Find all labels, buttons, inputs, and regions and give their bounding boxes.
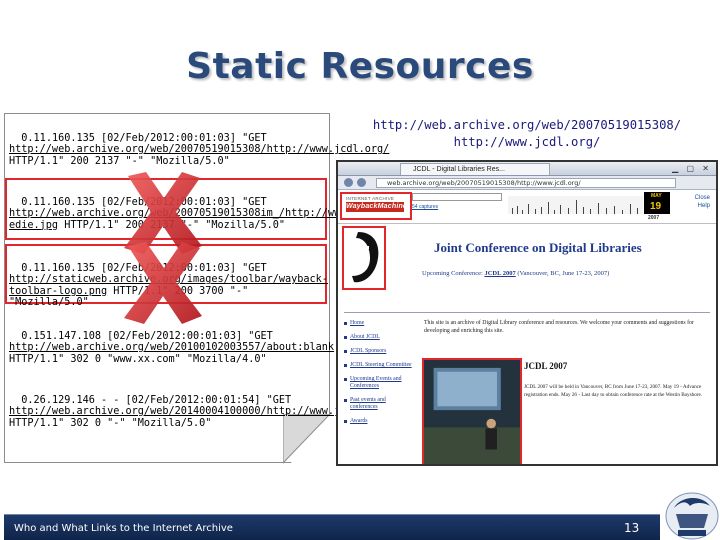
site-nav: Home About JCDL JCDL Sponsors JCDL Steer…: [344, 320, 414, 432]
window-controls-icon[interactable]: ▁ ▢ ✕: [672, 164, 712, 173]
log-entry-4: 0.151.147.108 [02/Feb/2012:00:01:03] "GE…: [9, 319, 334, 365]
archive-url-line-2: http://www.jcdl.org/: [453, 135, 601, 149]
wayback-captures-link[interactable]: 54 captures: [412, 204, 438, 210]
site-sub-prefix: Upcoming Conference:: [422, 270, 485, 277]
site-nav-sponsors[interactable]: JCDL Sponsors: [344, 348, 414, 355]
calendar-year: 2007: [648, 215, 660, 221]
conference-photo: [422, 358, 522, 464]
calendar-day: 19: [650, 201, 662, 212]
site-sub-suffix: (Vancouver, BC, June 17-23, 2007): [515, 270, 610, 277]
old-dominion-logo: [665, 492, 719, 540]
wayback-toolbar: INTERNET ARCHIVE WaybackMachine 54 captu…: [338, 190, 716, 224]
back-arrow-icon[interactable]: [344, 178, 353, 187]
archive-url-line-1: http://web.archive.org/web/2007051901530…: [372, 118, 682, 132]
highlight-box: [342, 226, 386, 290]
site-nav-about[interactable]: About JCDL: [344, 334, 414, 341]
highlight-box: [340, 192, 412, 220]
archive-url: http://web.archive.org/web/2007051901530…: [337, 117, 717, 151]
slide-title: Static Resources: [186, 46, 534, 87]
calendar-month: MAY: [651, 193, 662, 199]
jcdl-2007-text: JCDL 2007 will be held in Vancouver, BC …: [524, 384, 703, 398]
footer-bar: Who and What Links to the Internet Archi…: [4, 514, 660, 540]
address-bar[interactable]: web.archive.org/web/20070519015308/http:…: [376, 178, 676, 188]
site-nav-past[interactable]: Past events and conferences: [344, 397, 414, 411]
log-entry-prefix: 0.151.147.108 [02/Feb/2012:00:01:03] "GE…: [21, 330, 279, 342]
log-entry-5: 0.26.129.146 - - [02/Feb/2012:00:01:54] …: [9, 383, 389, 429]
site-heading: Joint Conference on Digital Libraries: [434, 240, 642, 255]
log-entry-link[interactable]: http://web.archive.org/web/2007051901530…: [9, 144, 389, 155]
capture-timeline-sparkline[interactable]: [508, 196, 643, 214]
archived-site-content: Joint Conference on Digital Libraries Up…: [338, 226, 716, 464]
footer-text: Who and What Links to the Internet Archi…: [14, 523, 233, 534]
help-link[interactable]: Help: [695, 202, 710, 210]
wayback-url-field[interactable]: [412, 193, 502, 201]
capture-calendar[interactable]: MAY 19 2007: [644, 192, 670, 222]
site-nav-upcoming[interactable]: Upcoming Events and Conferences: [344, 376, 414, 390]
browser-tab[interactable]: JCDL - Digital Libraries Res...: [400, 163, 550, 175]
jcdl-2007-link[interactable]: JCDL 2007: [484, 270, 515, 277]
archived-page-screenshot: JCDL - Digital Libraries Res... ▁ ▢ ✕ we…: [336, 160, 718, 466]
jcdl-2007-heading: JCDL 2007: [524, 361, 568, 371]
log-entry-link[interactable]: http://web.archive.org/web/2010010200355…: [9, 342, 334, 353]
browser-titlebar: JCDL - Digital Libraries Res... ▁ ▢ ✕: [338, 162, 716, 176]
red-x-mark: [124, 242, 202, 324]
wayback-toolbar-links: Close Help: [695, 194, 710, 210]
log-entry-prefix: 0.26.129.146 - - [02/Feb/2012:00:01:54] …: [21, 394, 298, 406]
site-upcoming-conference: Upcoming Conference: JCDL 2007 (Vancouve…: [422, 270, 609, 277]
page-number: 13: [624, 521, 640, 535]
log-entry-1: 0.11.160.135 [02/Feb/2012:00:01:03] "GET…: [9, 121, 389, 167]
site-nav-steering[interactable]: JCDL Steering Committee: [344, 362, 414, 369]
close-link[interactable]: Close: [695, 194, 710, 202]
site-nav-home[interactable]: Home: [344, 320, 414, 327]
site-nav-awards[interactable]: Awards: [344, 418, 414, 425]
browser-navbar: web.archive.org/web/20070519015308/http:…: [338, 176, 716, 190]
log-entry-link[interactable]: http://web.archive.org/web/2014000410000…: [9, 406, 389, 417]
forward-arrow-icon[interactable]: [357, 178, 366, 187]
site-blurb: This site is an archive of Digital Libra…: [424, 320, 694, 334]
divider: [344, 312, 710, 313]
log-entry-prefix: 0.11.160.135 [02/Feb/2012:00:01:03] "GET: [21, 132, 273, 144]
